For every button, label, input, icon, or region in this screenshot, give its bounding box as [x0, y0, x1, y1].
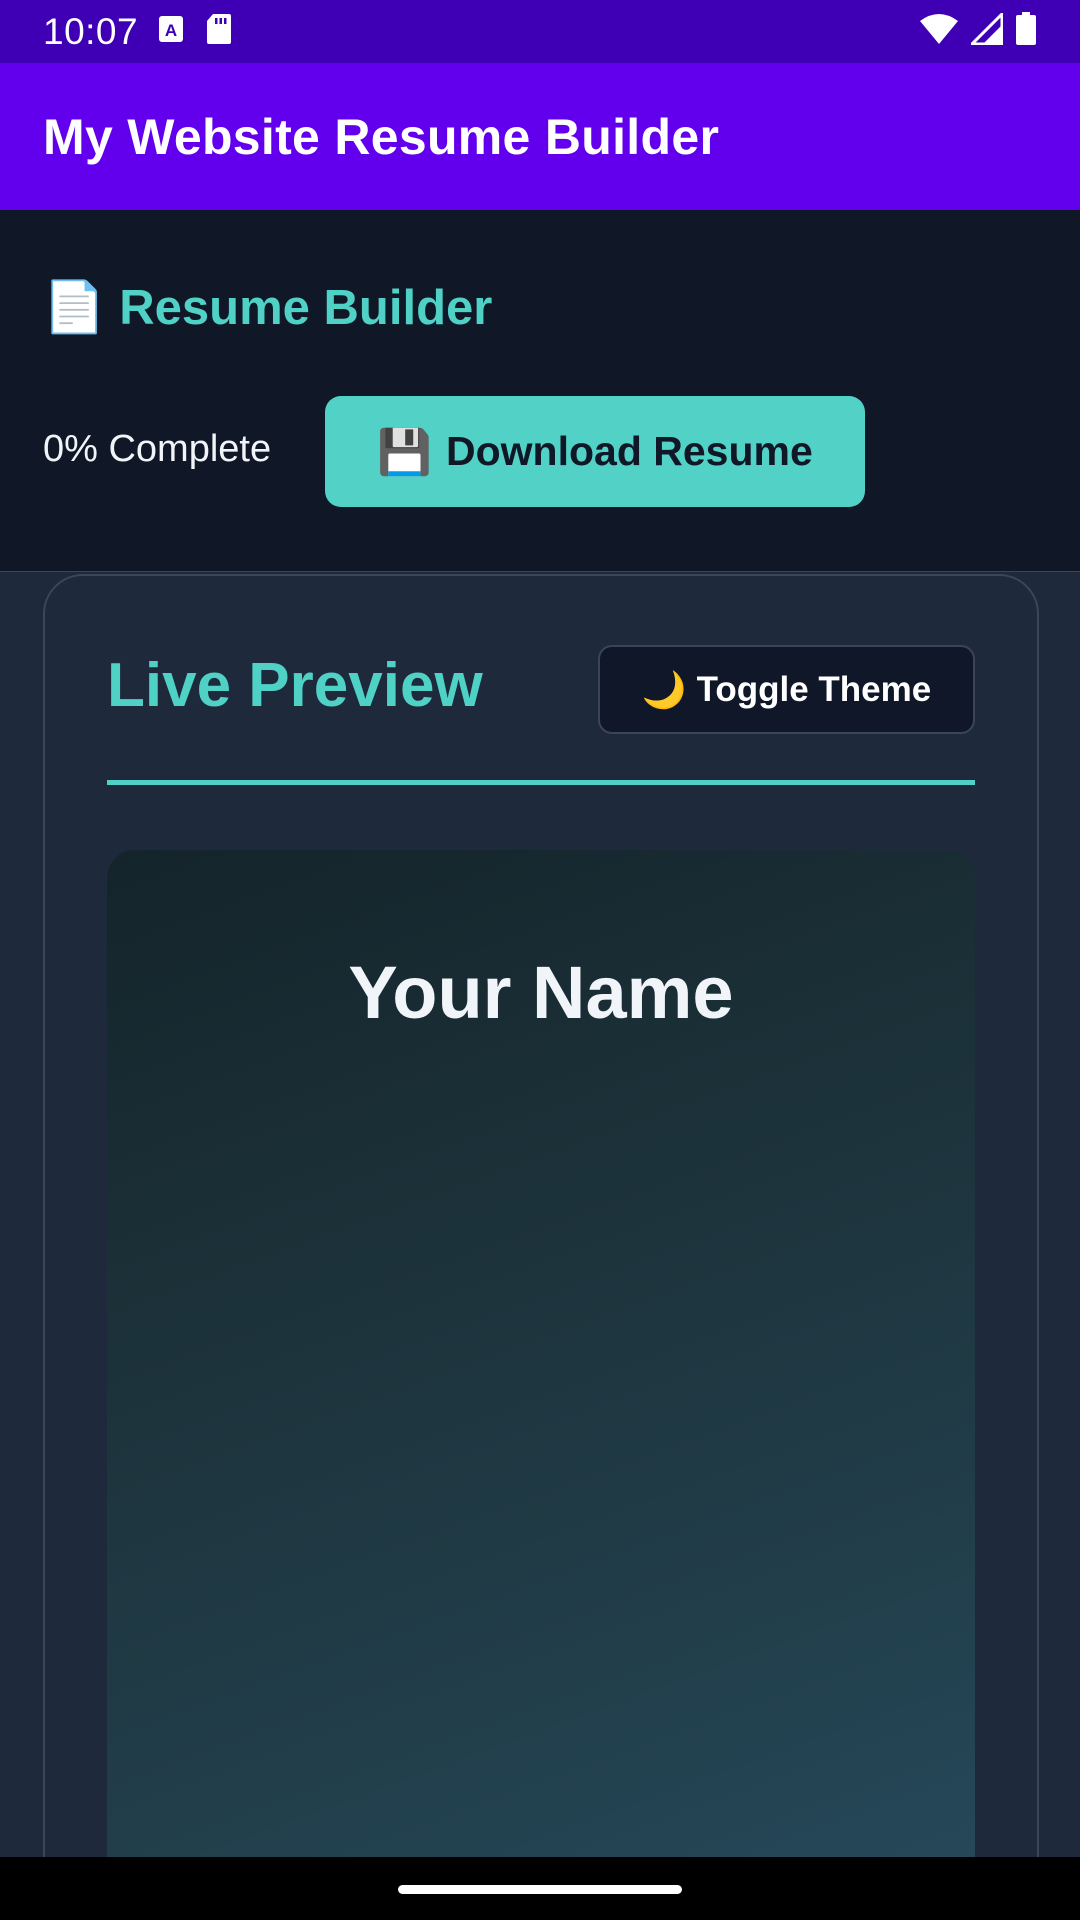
preview-divider	[107, 780, 975, 785]
status-bar: 10:07 A	[0, 0, 1080, 63]
battery-icon	[1015, 12, 1037, 51]
download-resume-button[interactable]: 💾 Download Resume	[325, 396, 865, 507]
moon-icon: 🌙	[641, 668, 687, 710]
font-download-icon: A	[158, 14, 184, 49]
toggle-theme-label: Toggle Theme	[696, 669, 932, 709]
app-bar: My Website Resume Builder	[0, 63, 1080, 210]
floppy-disk-icon: 💾	[377, 427, 432, 477]
status-time: 10:07	[43, 10, 139, 52]
resume-name: Your Name	[348, 951, 734, 1034]
document-icon: 📄	[43, 279, 106, 335]
svg-text:A: A	[165, 21, 177, 40]
progress-text: 0% Complete	[43, 428, 272, 470]
builder-title: 📄 Resume Builder	[43, 278, 492, 337]
app-title: My Website Resume Builder	[43, 108, 720, 165]
status-notification-icons: A	[158, 13, 232, 50]
status-system-icons	[919, 10, 1037, 51]
toggle-theme-button[interactable]: 🌙 Toggle Theme	[598, 645, 975, 734]
home-gesture-handle[interactable]	[398, 1885, 682, 1894]
builder-title-text: Resume Builder	[119, 280, 493, 335]
builder-header	[0, 210, 1080, 572]
download-resume-label: Download Resume	[446, 428, 813, 474]
preview-title: Live Preview	[107, 651, 483, 720]
sd-card-icon	[206, 13, 232, 50]
wifi-icon	[919, 13, 959, 50]
cell-signal-icon	[968, 10, 1004, 50]
